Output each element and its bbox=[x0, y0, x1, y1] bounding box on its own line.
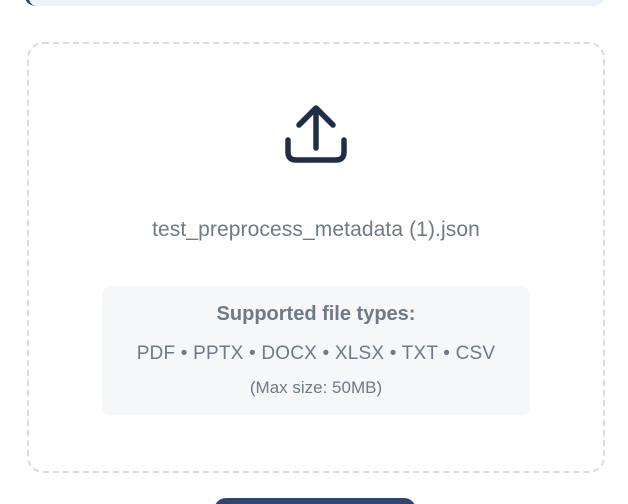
upload-page: test_preprocess_metadata (1).json Suppor… bbox=[0, 0, 628, 504]
upload-button[interactable] bbox=[214, 498, 416, 504]
upload-icon bbox=[285, 105, 347, 163]
max-size-note: (Max size: 50MB) bbox=[249, 378, 383, 397]
previous-card bbox=[24, 0, 606, 6]
supported-types-title: Supported file types: bbox=[216, 303, 416, 325]
selected-file-name: test_preprocess_metadata (1).json bbox=[152, 218, 480, 241]
supported-types-list: PDF • PPTX • DOCX • XLSX • TXT • CSV bbox=[136, 343, 496, 364]
supported-types-box: Supported file types: PDF • PPTX • DOCX … bbox=[102, 286, 530, 415]
